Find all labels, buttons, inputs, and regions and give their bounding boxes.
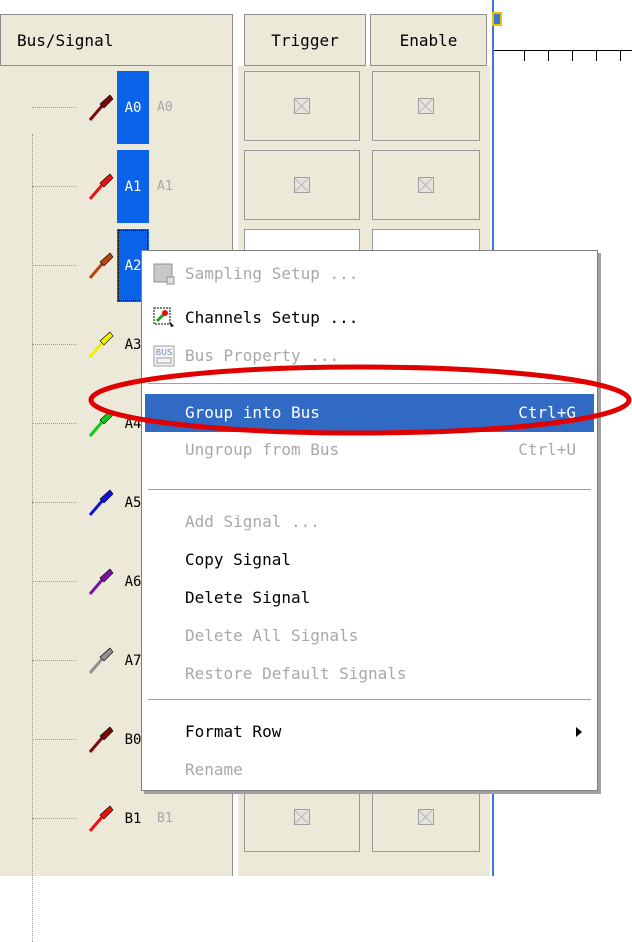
probe-icon bbox=[88, 410, 114, 437]
probe-icon bbox=[88, 331, 114, 358]
tree-branch bbox=[32, 423, 76, 424]
submenu-arrow-icon bbox=[576, 727, 582, 737]
enable-checkbox[interactable] bbox=[418, 809, 434, 825]
menu-item-label: Channels Setup ... bbox=[185, 308, 359, 327]
menu-separator bbox=[148, 699, 591, 701]
probe-icon bbox=[88, 173, 114, 200]
trigger-cell[interactable] bbox=[244, 150, 360, 220]
trigger-cell[interactable] bbox=[244, 782, 360, 852]
bus-icon: BUS bbox=[153, 345, 175, 367]
tree-branch bbox=[32, 660, 76, 661]
enable-cell[interactable] bbox=[372, 71, 480, 141]
bus-property-item[interactable]: BUS Bus Property ... bbox=[145, 337, 594, 375]
trigger-cell[interactable] bbox=[244, 71, 360, 141]
format-row-item[interactable]: Format Row bbox=[145, 713, 594, 751]
menu-item-label: Restore Default Signals bbox=[185, 664, 407, 683]
trigger-checkbox[interactable] bbox=[294, 98, 310, 114]
add-signal-item[interactable]: Add Signal ... bbox=[145, 503, 594, 541]
sampling-setup-item[interactable]: Sampling Setup ... bbox=[145, 255, 594, 293]
trigger-column-header[interactable]: Trigger bbox=[244, 14, 366, 66]
menu-item-shortcut: Ctrl+G bbox=[518, 403, 576, 422]
enable-checkbox[interactable] bbox=[418, 98, 434, 114]
enable-cell[interactable] bbox=[372, 782, 480, 852]
enable-checkbox[interactable] bbox=[418, 177, 434, 193]
probe-icon bbox=[88, 805, 114, 832]
probe-icon bbox=[88, 489, 114, 516]
tree-branch bbox=[32, 344, 76, 345]
tree-branch bbox=[32, 107, 76, 108]
signal-alias: A0 bbox=[157, 100, 173, 115]
menu-item-label: Group into Bus bbox=[185, 403, 320, 422]
menu-item-label: Sampling Setup ... bbox=[185, 264, 359, 283]
menu-separator bbox=[148, 489, 591, 491]
top-strip bbox=[0, 0, 492, 14]
ungroup-from-bus-item[interactable]: Ungroup from Bus Ctrl+U bbox=[145, 431, 594, 469]
context-menu[interactable]: Sampling Setup ... Channels Setup ... BUS B… bbox=[141, 250, 598, 791]
signal-row[interactable]: A1 A1 bbox=[0, 147, 233, 226]
rename-item[interactable]: Rename bbox=[145, 751, 594, 789]
channels-setup-item[interactable]: Channels Setup ... bbox=[145, 299, 594, 337]
menu-separator bbox=[148, 383, 591, 385]
delete-all-signals-item[interactable]: Delete All Signals bbox=[145, 617, 594, 655]
menu-item-label: Copy Signal bbox=[185, 550, 291, 569]
ruler-tick bbox=[620, 51, 621, 61]
menu-item-label: Delete Signal bbox=[185, 588, 311, 607]
probe-icon bbox=[88, 568, 114, 595]
probe-icon bbox=[88, 647, 114, 674]
ruler-tick bbox=[548, 51, 549, 61]
probe-icon bbox=[88, 252, 114, 279]
signal-label[interactable]: B1 bbox=[117, 782, 149, 855]
copy-signal-item[interactable]: Copy Signal bbox=[145, 541, 594, 579]
menu-item-label: Delete All Signals bbox=[185, 626, 359, 645]
ruler-tick bbox=[572, 51, 573, 61]
tree-branch bbox=[32, 186, 76, 187]
signal-label[interactable]: A0 bbox=[117, 71, 149, 144]
trigger-checkbox[interactable] bbox=[294, 809, 310, 825]
tree-branch bbox=[32, 502, 76, 503]
signal-alias: A1 bbox=[157, 179, 173, 194]
delete-signal-item[interactable]: Delete Signal bbox=[145, 579, 594, 617]
ruler-tick bbox=[596, 51, 597, 61]
ruler-tick bbox=[524, 51, 525, 61]
menu-item-label: Format Row bbox=[185, 722, 282, 741]
tree-branch bbox=[32, 818, 76, 819]
restore-default-signals-item[interactable]: Restore Default Signals bbox=[145, 655, 594, 693]
enable-column-header[interactable]: Enable bbox=[370, 14, 487, 66]
signal-label[interactable]: A1 bbox=[117, 150, 149, 223]
menu-item-label: Rename bbox=[185, 760, 243, 779]
tree-branch bbox=[32, 581, 76, 582]
enable-cell[interactable] bbox=[372, 150, 480, 220]
menu-item-shortcut: Ctrl+U bbox=[518, 440, 576, 459]
trigger-checkbox[interactable] bbox=[294, 177, 310, 193]
cursor-marker-icon[interactable] bbox=[492, 12, 502, 26]
sampling-icon bbox=[153, 263, 175, 285]
signal-row[interactable]: A0 A0 bbox=[0, 68, 233, 147]
time-ruler bbox=[494, 50, 632, 67]
group-into-bus-item[interactable]: Group into Bus Ctrl+G bbox=[145, 394, 594, 432]
menu-item-label: Add Signal ... bbox=[185, 512, 320, 531]
probe-icon bbox=[88, 726, 114, 753]
probe-icon bbox=[88, 94, 114, 121]
channels-icon bbox=[153, 307, 174, 327]
bus-signal-column-header[interactable]: Bus/Signal bbox=[0, 14, 233, 66]
menu-item-label: Ungroup from Bus bbox=[185, 440, 340, 459]
menu-item-label: Bus Property ... bbox=[185, 346, 340, 365]
tree-branch bbox=[32, 739, 76, 740]
svg-text:BUS: BUS bbox=[156, 348, 172, 357]
tree-branch bbox=[32, 265, 76, 266]
